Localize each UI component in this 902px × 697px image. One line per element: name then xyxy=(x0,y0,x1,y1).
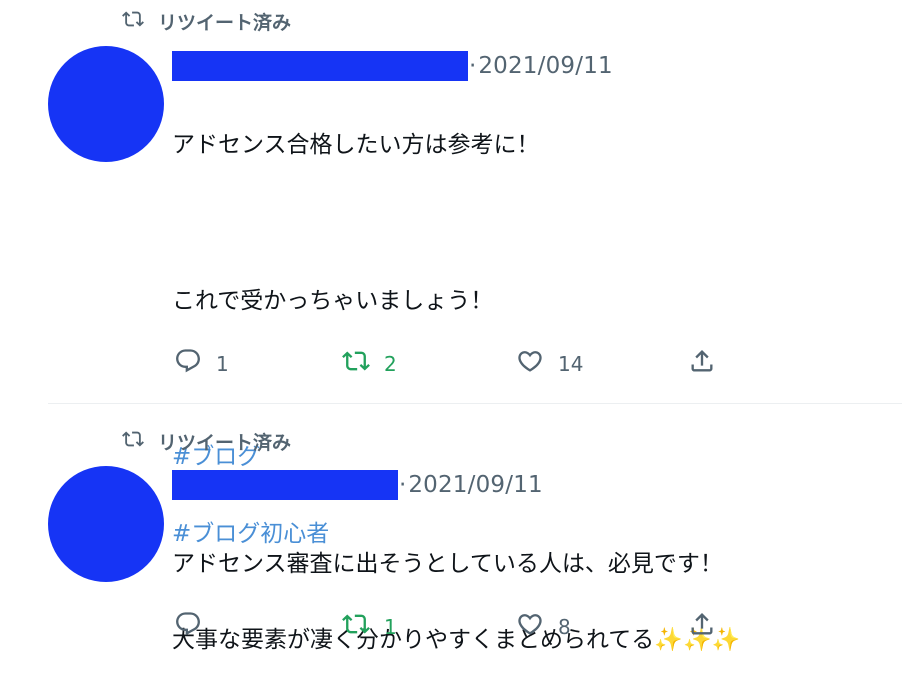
redacted-username[interactable] xyxy=(172,51,468,81)
retweet-icon xyxy=(342,347,370,380)
tweet-date[interactable]: 2021/09/11 xyxy=(408,472,543,498)
like-count: 14 xyxy=(558,351,584,376)
tweet-date[interactable]: 2021/09/11 xyxy=(478,53,613,79)
separator-dot: · xyxy=(469,53,477,79)
retweeted-label: リツイート済み xyxy=(158,432,292,454)
tweet-2[interactable]: リツイート済み · 2021/09/11 アドセンス審査に出そうとしている人は、… xyxy=(0,404,902,662)
tweet-text-line: アドセンス審査に出そうとしている人は、必見です！ xyxy=(172,551,723,577)
reply-count: 1 xyxy=(216,351,229,376)
separator-dot: · xyxy=(399,472,407,498)
retweeted-indicator: リツイート済み xyxy=(122,8,291,35)
retweet-icon xyxy=(122,8,144,35)
share-icon xyxy=(688,347,716,380)
like-button[interactable]: 8 xyxy=(516,610,571,643)
action-bar: 1 8 xyxy=(174,610,734,644)
retweeted-label: リツイート済み xyxy=(158,12,292,34)
tweet-header: · 2021/09/11 xyxy=(172,51,613,81)
avatar[interactable] xyxy=(48,46,164,162)
redacted-username[interactable] xyxy=(172,470,398,500)
reply-button[interactable]: 1 xyxy=(174,347,229,380)
retweet-icon xyxy=(122,428,144,455)
retweet-icon xyxy=(342,610,370,643)
action-bar: 1 2 14 xyxy=(174,347,734,381)
share-button[interactable] xyxy=(688,610,716,643)
share-icon xyxy=(688,610,716,643)
like-icon xyxy=(516,347,544,380)
like-icon xyxy=(516,610,544,643)
tweet-1[interactable]: リツイート済み · 2021/09/11 アドセンス合格したい方は参考に！ これ… xyxy=(0,0,902,547)
like-count: 8 xyxy=(558,614,571,639)
avatar[interactable] xyxy=(48,466,164,582)
retweet-button[interactable]: 2 xyxy=(342,347,397,380)
reply-icon xyxy=(174,347,202,380)
share-button[interactable] xyxy=(688,347,716,380)
tweet-text-line: アドセンス合格したい方は参考に！ xyxy=(172,132,540,158)
tweet-text-line: これで受かっちゃいましょう！ xyxy=(172,288,494,314)
retweet-count: 2 xyxy=(384,351,397,376)
reply-icon xyxy=(174,610,202,643)
reply-button[interactable] xyxy=(174,610,216,643)
like-button[interactable]: 14 xyxy=(516,347,583,380)
retweet-count: 1 xyxy=(384,614,397,639)
retweeted-indicator: リツイート済み xyxy=(122,428,291,455)
retweet-button[interactable]: 1 xyxy=(342,610,397,643)
tweet-text: アドセンス審査に出そうとしている人は、必見です！ 大事な要素が凄く分かりやすくま… xyxy=(172,507,740,697)
tweet-header: · 2021/09/11 xyxy=(172,470,543,500)
